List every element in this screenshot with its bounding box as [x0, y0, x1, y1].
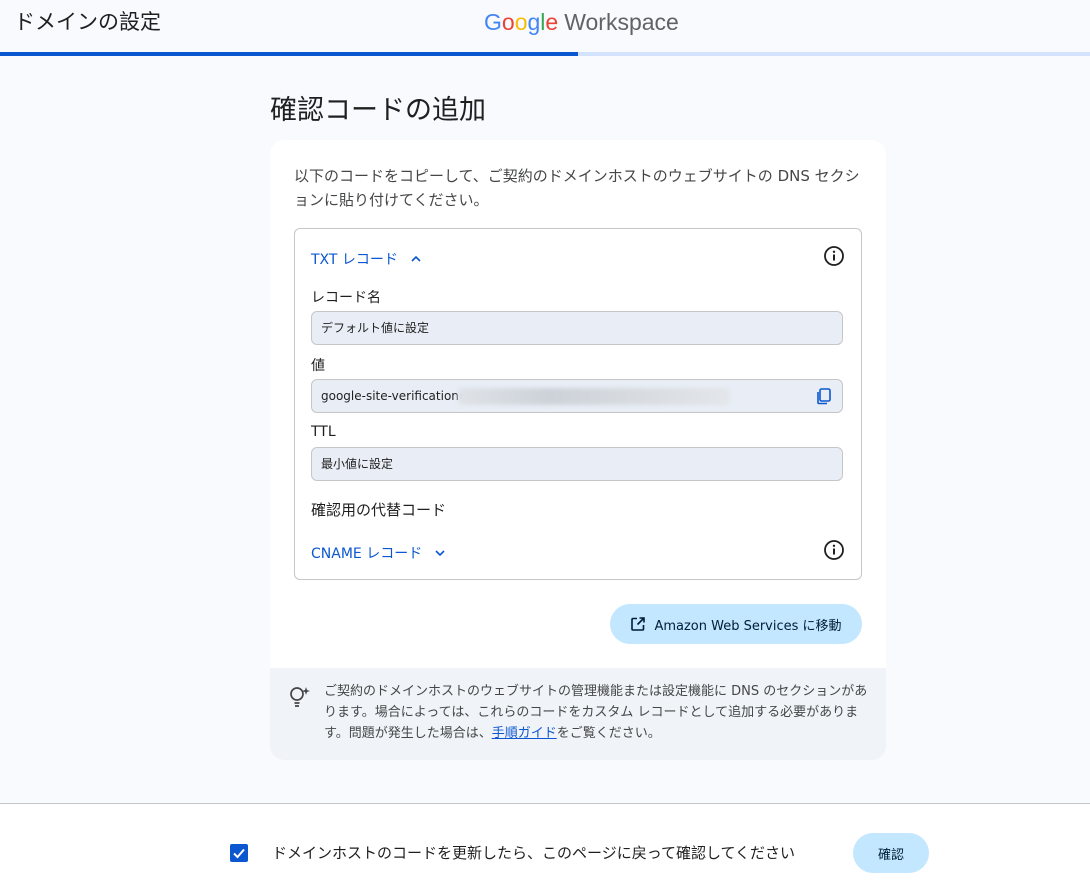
verification-card: 以下のコードをコピーして、ご契約のドメインホストのウェブサイトの DNS セクシ…: [270, 140, 886, 760]
checkmark-icon: [233, 848, 245, 859]
footer-bar: ドメインホストのコードを更新したら、このページに戻って確認してください 確認: [0, 804, 1090, 889]
chevron-up-icon: [411, 255, 421, 262]
lightbulb-icon: [290, 687, 310, 707]
value-field[interactable]: google-site-verification=: [311, 379, 843, 413]
cname-record-label: CNAME レコード: [311, 546, 423, 562]
top-bar: ドメインの設定 Google Workspace: [0, 0, 1090, 52]
ttl-field[interactable]: 最小値に設定: [311, 447, 843, 481]
checkbox-label[interactable]: ドメインホストのコードを更新したら、このページに戻って確認してください: [272, 842, 795, 863]
google-workspace-logo: Google Workspace: [484, 9, 679, 35]
open-in-new-icon: [631, 617, 646, 631]
cname-record-toggle[interactable]: CNAME レコード: [311, 543, 446, 563]
redacted-code: [458, 388, 730, 405]
aws-button-label: Amazon Web Services に移動: [654, 618, 842, 634]
chevron-down-icon: [435, 550, 445, 557]
progress-fill: [0, 52, 578, 56]
record-box: TXT レコード レコード名 デフォルト値に設定 値 google-site-v…: [294, 228, 862, 580]
txt-record-label: TXT レコード: [311, 252, 398, 268]
record-name-field[interactable]: デフォルト値に設定: [311, 311, 843, 345]
intro-text: 以下のコードをコピーして、ご契約のドメインホストのウェブサイトの DNS セクシ…: [294, 167, 860, 209]
ttl-label: TTL: [311, 424, 336, 440]
page-heading: ドメインの設定: [14, 10, 161, 34]
record-name-label: レコード名: [311, 290, 381, 306]
alt-code-label: 確認用の代替コード: [311, 501, 447, 519]
guide-link[interactable]: 手順ガイド: [492, 726, 557, 741]
aws-go-button[interactable]: Amazon Web Services に移動: [610, 604, 862, 644]
main-title: 確認コードの追加: [270, 95, 486, 126]
confirm-checkbox[interactable]: [230, 844, 248, 862]
confirm-button[interactable]: 確認: [853, 833, 929, 873]
value-label: 値: [311, 358, 325, 374]
setup-progress-bar: [0, 52, 1090, 56]
tip-text: ご契約のドメインホストのウェブサイトの管理機能または設定機能に DNS のセクシ…: [324, 684, 868, 741]
info-icon[interactable]: [823, 245, 845, 267]
txt-record-toggle[interactable]: TXT レコード: [311, 249, 422, 269]
value-text: google-site-verification=: [321, 389, 469, 403]
tip-box: ご契約のドメインホストのウェブサイトの管理機能または設定機能に DNS のセクシ…: [270, 668, 886, 760]
info-icon[interactable]: [823, 539, 845, 561]
copy-icon[interactable]: [815, 387, 833, 405]
